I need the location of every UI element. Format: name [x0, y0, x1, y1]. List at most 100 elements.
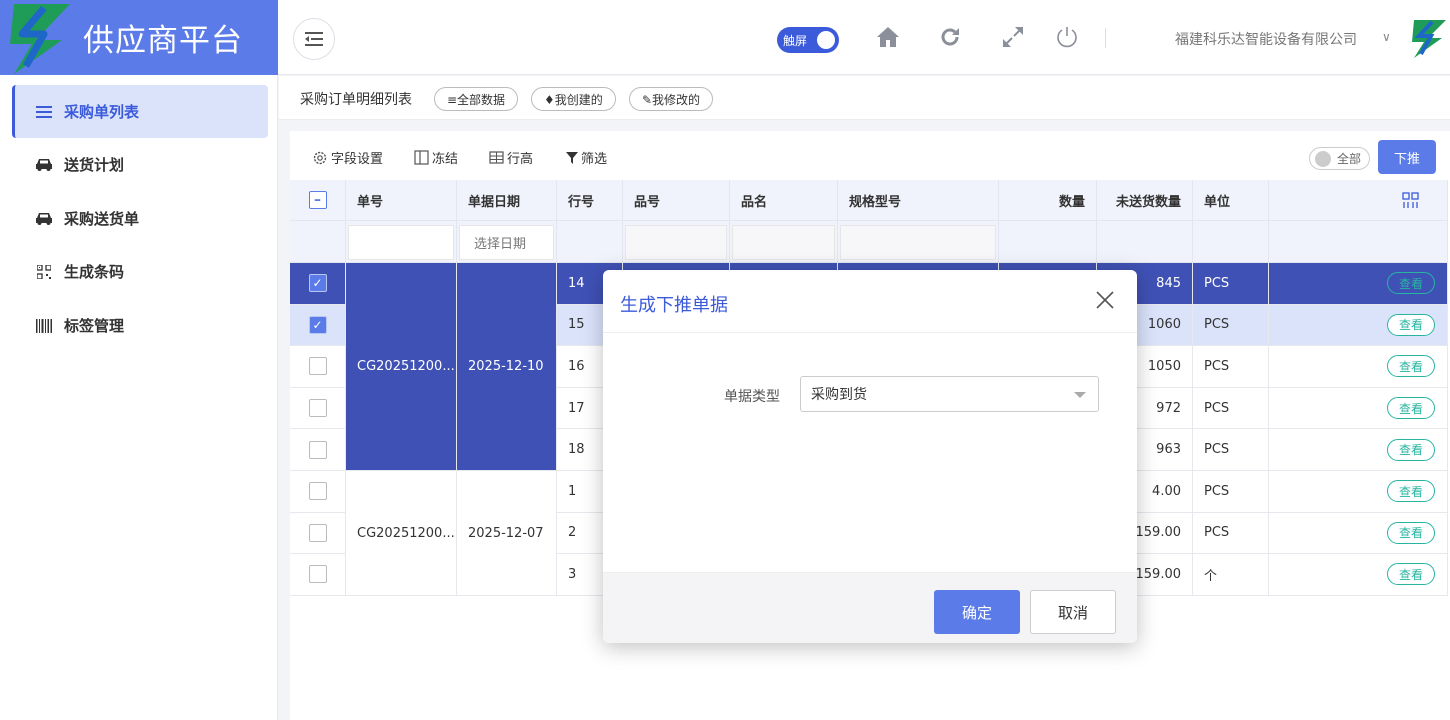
row-select-cell[interactable]: [290, 387, 346, 429]
touch-mode-label: 触屏: [783, 33, 808, 48]
all-toggle[interactable]: 全部: [1309, 147, 1370, 170]
view-button[interactable]: 查看: [1387, 397, 1435, 420]
view-button[interactable]: 查看: [1387, 563, 1435, 586]
select-all-checkbox[interactable]: –: [308, 191, 327, 209]
col-header-line[interactable]: 行号: [557, 180, 623, 221]
row-height-button[interactable]: 行高: [489, 148, 533, 167]
view-button[interactable]: 查看: [1387, 272, 1435, 295]
col-header-unit[interactable]: 单位: [1193, 180, 1269, 221]
view-button[interactable]: 查看: [1387, 480, 1435, 503]
row-checkbox[interactable]: ✓: [308, 274, 327, 293]
unit-cell: PCS: [1193, 387, 1269, 429]
item-no-filter-input[interactable]: [625, 225, 727, 260]
chip-modified-by-me[interactable]: ✎我修改的: [629, 87, 714, 111]
order-no-filter-input[interactable]: [348, 225, 454, 260]
menu-collapse-button[interactable]: [293, 18, 335, 60]
sidebar-item-label-management[interactable]: 标签管理: [12, 299, 268, 352]
row-checkbox[interactable]: [308, 357, 327, 376]
freeze-columns-icon: [414, 150, 429, 165]
item-name-filter-input[interactable]: [732, 225, 835, 260]
header-select-all[interactable]: –: [290, 180, 346, 221]
app-title: 供应商平台: [83, 23, 243, 59]
order-no-cell: CG20251200...: [346, 471, 457, 596]
filter-cell: [1193, 221, 1269, 263]
col-header-item-name[interactable]: 品名: [730, 180, 838, 221]
push-down-button[interactable]: 下推: [1378, 140, 1436, 174]
fullscreen-icon[interactable]: [998, 22, 1028, 52]
unit-cell: 个: [1193, 554, 1269, 595]
col-header-item-no[interactable]: 品号: [623, 180, 730, 221]
filter-button[interactable]: 筛选: [566, 148, 607, 167]
sidebar-item-purchase-orders[interactable]: 采购单列表: [12, 85, 268, 138]
car-icon: [34, 212, 54, 226]
sidebar-item-label: 标签管理: [64, 317, 125, 335]
app-logo-area: 供应商平台: [0, 0, 278, 75]
sidebar-item-delivery-plan[interactable]: 送货计划: [12, 138, 268, 191]
row-checkbox[interactable]: [308, 440, 327, 459]
col-header-date[interactable]: 单据日期: [457, 180, 557, 221]
doc-type-select[interactable]: 采购到货: [800, 376, 1099, 412]
columns-icon: [1402, 191, 1419, 208]
view-button[interactable]: 查看: [1387, 355, 1435, 378]
action-cell: 查看: [1269, 512, 1448, 554]
row-checkbox[interactable]: [308, 565, 327, 584]
user-avatar-logo[interactable]: [1408, 18, 1448, 60]
sidebar-item-label: 采购单列表: [64, 103, 140, 121]
row-checkbox[interactable]: [308, 482, 327, 501]
freeze-button[interactable]: 冻结: [414, 148, 458, 167]
company-name[interactable]: 福建科乐达智能设备有限公司: [1175, 29, 1357, 49]
filter-label: 筛选: [581, 152, 608, 167]
row-select-cell[interactable]: [290, 346, 346, 387]
row-checkbox[interactable]: [308, 523, 327, 542]
view-button[interactable]: 查看: [1387, 521, 1435, 544]
view-button[interactable]: 查看: [1387, 438, 1435, 461]
page-title: 采购订单明细列表: [300, 92, 412, 108]
sidebar: 采购单列表 送货计划 采购送货单 生成条码 标签管理: [0, 75, 278, 720]
filter-cell: [290, 221, 346, 263]
confirm-button[interactable]: 确定: [934, 590, 1020, 634]
view-button[interactable]: 查看: [1387, 313, 1435, 336]
col-header-undelivered[interactable]: 未送货数量: [1097, 180, 1193, 221]
row-select-cell[interactable]: ✓: [290, 263, 346, 304]
action-cell: 查看: [1269, 429, 1448, 470]
row-select-cell[interactable]: [290, 554, 346, 595]
close-icon[interactable]: [1093, 288, 1117, 312]
order-no-cell: CG20251200...: [346, 263, 457, 471]
home-icon[interactable]: [873, 22, 903, 52]
dialog-footer: 确定 取消: [603, 572, 1137, 643]
row-checkbox[interactable]: ✓: [308, 315, 327, 334]
spec-filter-input[interactable]: [840, 225, 996, 260]
row-select-cell[interactable]: ✓: [290, 304, 346, 346]
col-header-order-no[interactable]: 单号: [346, 180, 457, 221]
row-height-label: 行高: [507, 152, 534, 167]
row-select-cell[interactable]: [290, 471, 346, 512]
unit-cell: PCS: [1193, 346, 1269, 387]
unit-cell: PCS: [1193, 263, 1269, 304]
filter-cell: [730, 221, 838, 263]
chip-all-data[interactable]: ≡全部数据: [434, 87, 519, 111]
order-date-cell: 2025-12-10: [457, 263, 557, 471]
action-cell: 查看: [1269, 263, 1448, 304]
unit-cell: PCS: [1193, 512, 1269, 554]
action-cell: 查看: [1269, 304, 1448, 346]
touch-mode-toggle[interactable]: 触屏: [777, 27, 839, 53]
chevron-down-icon[interactable]: ∨: [1382, 30, 1391, 44]
refresh-icon[interactable]: [935, 22, 965, 52]
cancel-button[interactable]: 取消: [1030, 590, 1116, 634]
row-select-cell[interactable]: [290, 429, 346, 470]
column-settings-button[interactable]: [1269, 180, 1448, 221]
topbar-divider: [1105, 28, 1106, 48]
sidebar-item-generate-barcode[interactable]: 生成条码: [12, 245, 268, 298]
col-header-spec[interactable]: 规格型号: [838, 180, 999, 221]
filter-cell: [999, 221, 1097, 263]
date-filter-input[interactable]: 选择日期: [459, 225, 554, 260]
chip-created-by-me[interactable]: ♦我创建的: [531, 87, 616, 111]
col-header-qty[interactable]: 数量: [999, 180, 1097, 221]
row-checkbox[interactable]: [308, 399, 327, 418]
sidebar-item-delivery-notes[interactable]: 采购送货单: [12, 192, 268, 245]
power-icon[interactable]: [1052, 22, 1082, 52]
unit-cell: PCS: [1193, 471, 1269, 512]
qrcode-icon: [34, 264, 54, 279]
row-select-cell[interactable]: [290, 512, 346, 554]
field-settings-button[interactable]: 字段设置: [312, 148, 383, 167]
